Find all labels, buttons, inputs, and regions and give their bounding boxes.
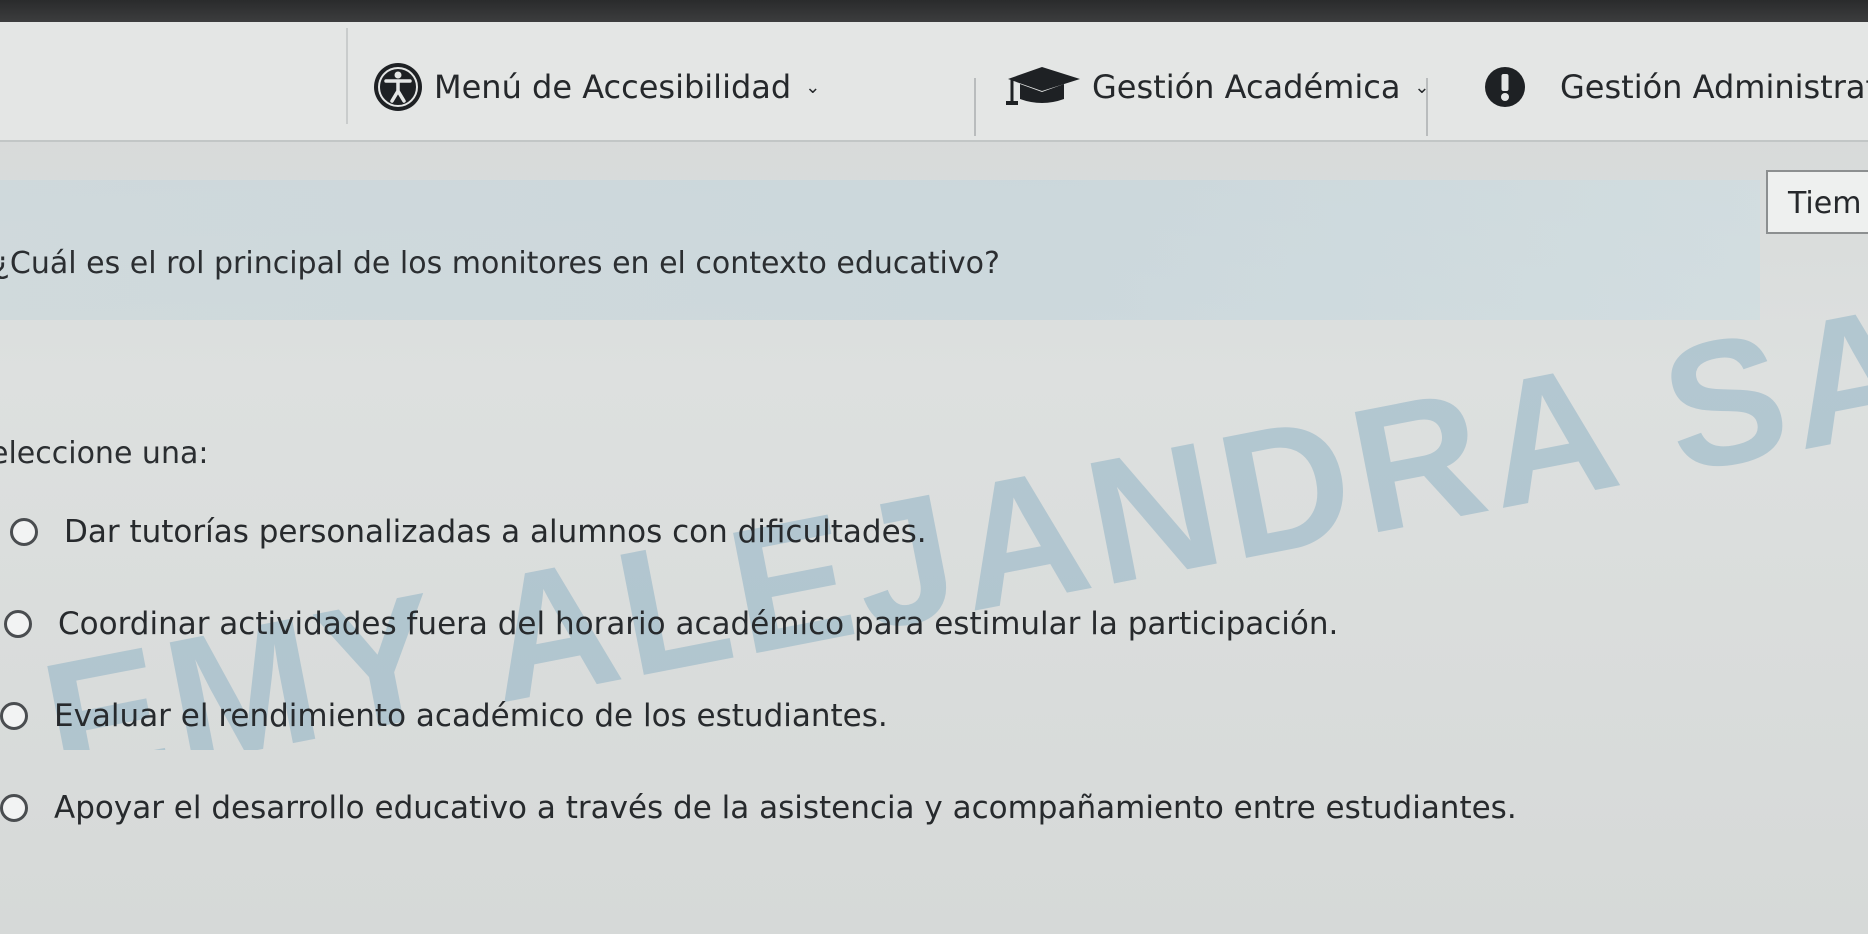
question-text: ¿Cuál es el rol principal de los monitor… bbox=[0, 246, 1000, 281]
admin-menu[interactable]: Gestión Administrat bbox=[1484, 62, 1868, 112]
radio-button[interactable] bbox=[4, 610, 32, 638]
chevron-down-icon: ⌄ bbox=[805, 76, 821, 98]
answer-option-label: Apoyar el desarrollo educativo a través … bbox=[54, 790, 1517, 826]
answer-option[interactable]: Coordinar actividades fuera del horario … bbox=[4, 606, 1338, 642]
answer-option[interactable]: Dar tutorías personalizadas a alumnos co… bbox=[10, 514, 927, 550]
answer-option[interactable]: Apoyar el desarrollo educativo a través … bbox=[0, 790, 1517, 826]
timer-label: Tiem bbox=[1788, 186, 1862, 221]
alert-icon bbox=[1485, 67, 1525, 107]
select-one-label: eleccione una: bbox=[0, 436, 209, 471]
answer-option-label: Evaluar el rendimiento académico de los … bbox=[54, 698, 888, 734]
admin-menu-label: Gestión Administrat bbox=[1560, 68, 1868, 106]
answer-option-label: Coordinar actividades fuera del horario … bbox=[58, 606, 1339, 642]
screen: Menú de Accesibilidad ⌄ Gestión Académic… bbox=[0, 0, 1868, 934]
radio-button[interactable] bbox=[0, 794, 28, 822]
academic-menu-label: Gestión Académica bbox=[1092, 68, 1401, 106]
timer-box: Tiem bbox=[1766, 170, 1868, 234]
nav-divider bbox=[346, 28, 348, 124]
answer-option[interactable]: Evaluar el rendimiento académico de los … bbox=[0, 698, 888, 734]
radio-button[interactable] bbox=[10, 518, 38, 546]
nav-separator bbox=[974, 78, 976, 136]
answer-option-label: Dar tutorías personalizadas a alumnos co… bbox=[64, 514, 927, 550]
nav-separator bbox=[1426, 78, 1428, 136]
accessibility-menu[interactable]: Menú de Accesibilidad ⌄ bbox=[372, 62, 820, 112]
radio-button[interactable] bbox=[0, 702, 28, 730]
top-navbar: Menú de Accesibilidad ⌄ Gestión Académic… bbox=[0, 22, 1868, 142]
accessibility-icon bbox=[374, 63, 422, 111]
academic-menu[interactable]: Gestión Académica ⌄ bbox=[1002, 62, 1430, 112]
graduation-cap-icon bbox=[1006, 67, 1080, 105]
accessibility-menu-label: Menú de Accesibilidad bbox=[434, 68, 792, 106]
monitor-bezel bbox=[0, 0, 1868, 22]
